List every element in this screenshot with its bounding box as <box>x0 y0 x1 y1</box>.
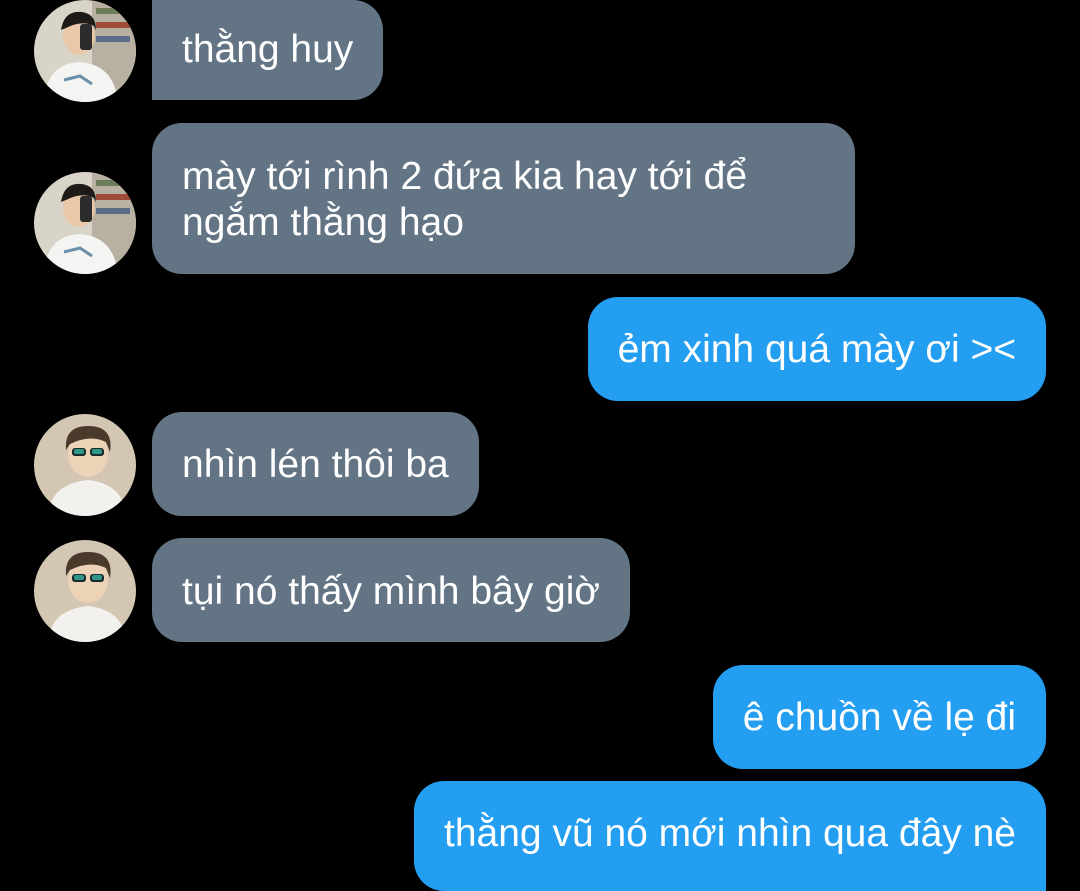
incoming-message-bubble[interactable]: tụi nó thấy mình bây giờ <box>152 538 630 642</box>
outgoing-message-bubble[interactable]: thằng vũ nó mới nhìn qua đây nè <box>414 781 1046 891</box>
message-text: thằng vũ nó mới nhìn qua đây nè <box>444 812 1016 855</box>
message-text: ẻm xinh quá mày ơi >< <box>617 328 1016 371</box>
sender-avatar-icon[interactable] <box>34 414 136 516</box>
message-text: ê chuồn về lẹ đi <box>742 696 1016 739</box>
person-selfie-avatar-icon <box>34 172 136 274</box>
person-sunglasses-avatar-icon <box>34 540 136 642</box>
person-selfie-avatar-icon <box>34 0 136 102</box>
message-text: thằng huy <box>182 28 354 71</box>
message-text: nhìn lén thôi ba <box>182 443 449 486</box>
sender-avatar-icon[interactable] <box>34 540 136 642</box>
incoming-message-bubble[interactable]: thằng huy <box>152 0 384 100</box>
incoming-message-bubble[interactable]: nhìn lén thôi ba <box>152 412 479 516</box>
sender-avatar-icon[interactable] <box>34 172 136 274</box>
message-text: tụi nó thấy mình bây giờ <box>182 570 600 613</box>
sender-avatar-icon[interactable] <box>34 0 136 102</box>
message-text: mày tới rình 2 đứa kia hay tới để ngắm t… <box>182 155 748 244</box>
outgoing-message-bubble[interactable]: ê chuồn về lẹ đi <box>712 665 1046 769</box>
outgoing-message-bubble[interactable]: ẻm xinh quá mày ơi >< <box>587 297 1046 401</box>
person-sunglasses-avatar-icon <box>34 414 136 516</box>
incoming-message-bubble[interactable]: mày tới rình 2 đứa kia hay tới để ngắm t… <box>152 123 855 274</box>
